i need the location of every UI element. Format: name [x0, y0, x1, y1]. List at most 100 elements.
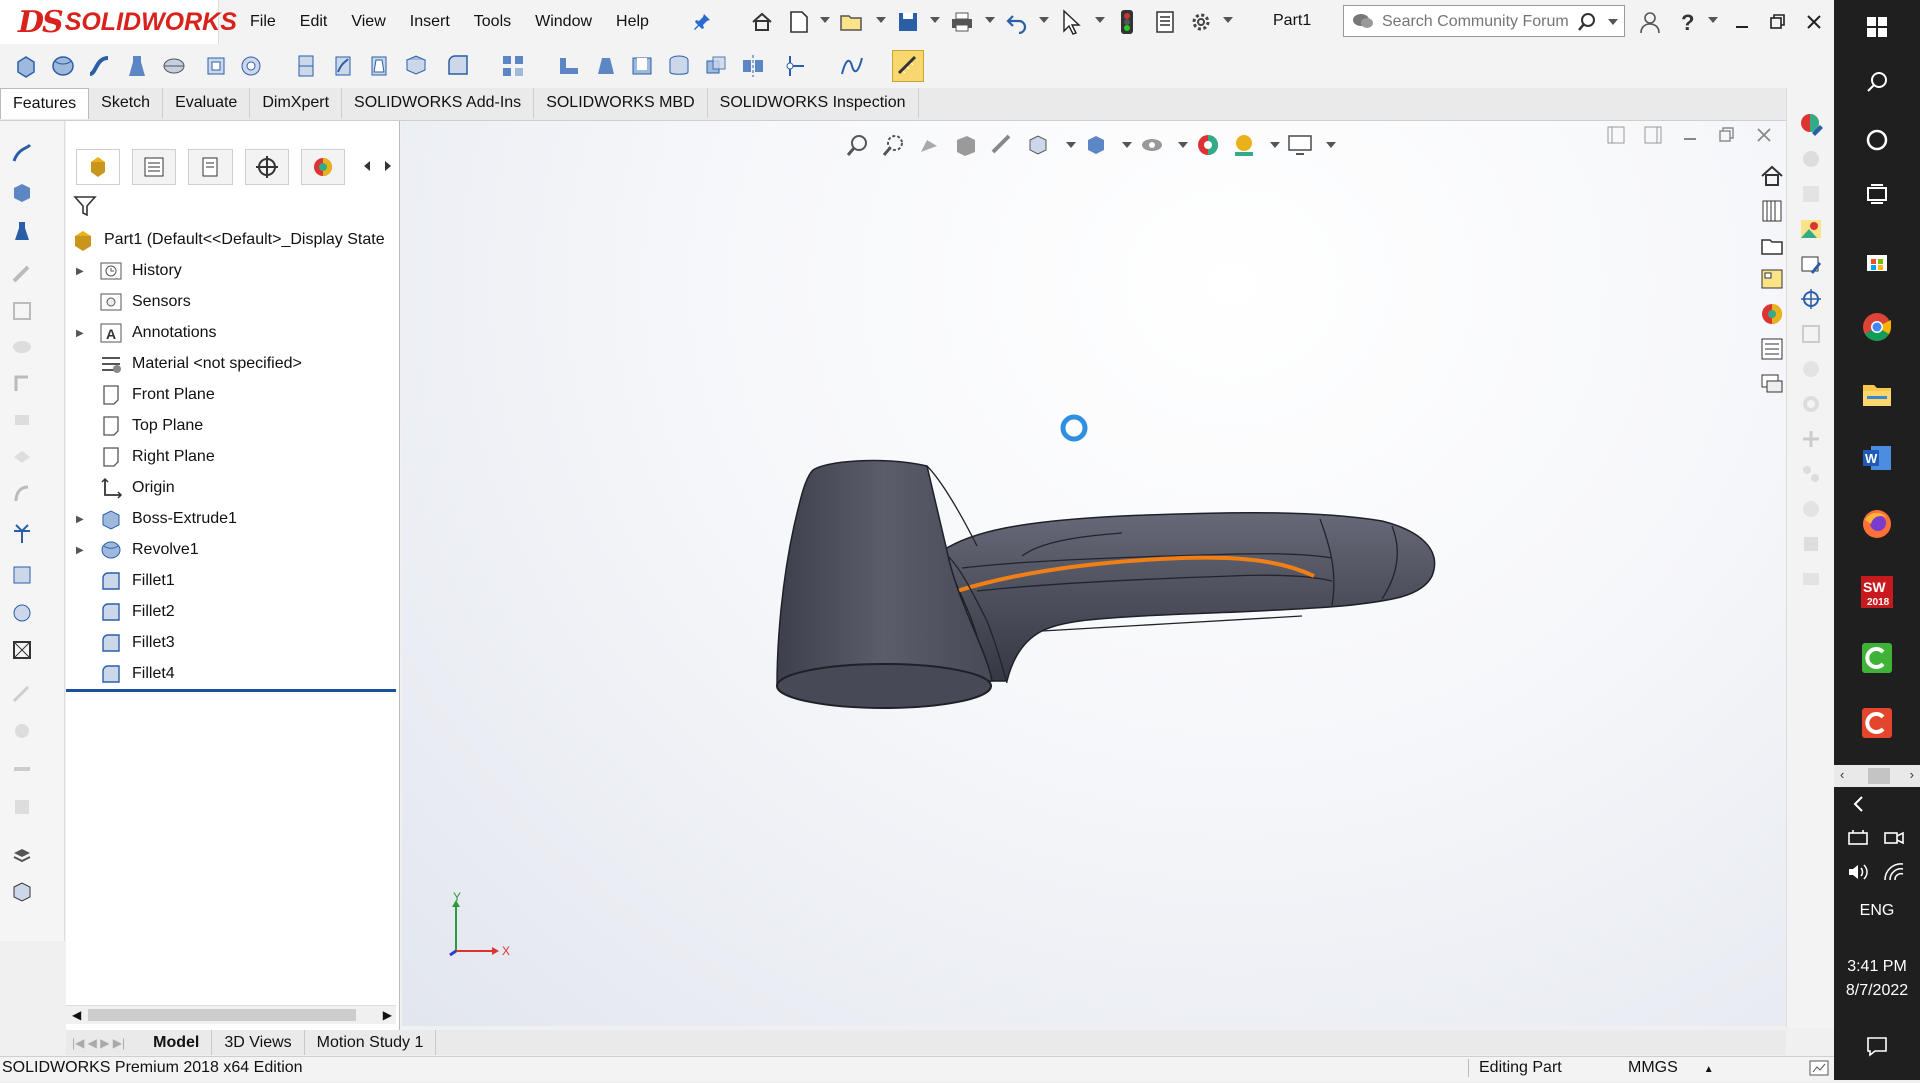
menu-edit[interactable]: Edit: [300, 13, 328, 31]
search-dropdown-icon[interactable]: [1608, 19, 1618, 25]
pin-menu-icon[interactable]: [688, 8, 716, 36]
tree-horizontal-scrollbar[interactable]: ◀ ▶: [66, 1005, 396, 1024]
units-selector[interactable]: MMGS ▲: [1628, 1059, 1714, 1077]
search-community-forum[interactable]: [1343, 5, 1625, 37]
tray-collapse-icon[interactable]: [1846, 792, 1870, 816]
intersect-icon[interactable]: [700, 50, 732, 82]
menu-insert[interactable]: Insert: [410, 13, 450, 31]
task-view-icon[interactable]: [1855, 172, 1899, 216]
new-document-icon[interactable]: [785, 8, 813, 36]
sketch-tool-icon[interactable]: [8, 139, 36, 167]
select-arrow-icon[interactable]: [1057, 8, 1085, 36]
camtasia-green-icon[interactable]: [1855, 636, 1899, 680]
tree-item-fillet1[interactable]: Fillet1: [66, 566, 399, 596]
camera-tool-icon[interactable]: [1797, 285, 1825, 313]
extrude-tool-icon[interactable]: [8, 178, 36, 206]
tree-item-fillet2[interactable]: Fillet2: [66, 597, 399, 627]
swept-boss-icon[interactable]: [84, 50, 116, 82]
undo-dropdown-icon[interactable]: [1039, 17, 1049, 23]
user-account-icon[interactable]: [1636, 8, 1664, 36]
help-question-icon[interactable]: ?: [1674, 8, 1702, 36]
dimxpertmanager-tab-icon[interactable]: [244, 149, 289, 185]
decal-tool-icon[interactable]: [1797, 250, 1825, 278]
loft-tool-icon[interactable]: [8, 217, 36, 245]
displaymanager-tab-icon[interactable]: [300, 149, 345, 185]
microsoft-store-icon[interactable]: [1855, 238, 1899, 282]
hole-wizard-icon[interactable]: [236, 50, 268, 82]
expand-arrow-icon[interactable]: ▶: [76, 545, 86, 556]
expand-arrow-icon[interactable]: ▶: [76, 328, 86, 339]
tab-solidworks-addins[interactable]: SOLIDWORKS Add-Ins: [342, 88, 535, 118]
view-palette-icon[interactable]: [1757, 264, 1787, 294]
search-icon[interactable]: [1576, 11, 1598, 38]
tray-scroll-right-icon[interactable]: ›: [1910, 767, 1914, 782]
rollback-bar[interactable]: [66, 689, 396, 692]
tree-item-annotations[interactable]: ▶ A Annotations: [66, 318, 399, 348]
tab-solidworks-mbd[interactable]: SOLIDWORKS MBD: [534, 88, 708, 118]
tray-scroll-thumb[interactable]: [1868, 768, 1890, 784]
menu-view[interactable]: View: [351, 13, 385, 31]
notification-center-icon[interactable]: [1855, 1024, 1899, 1068]
tab-evaluate[interactable]: Evaluate: [163, 88, 251, 118]
windows-start-icon[interactable]: [1855, 5, 1899, 49]
options-gear-icon[interactable]: [1187, 8, 1215, 36]
draft-icon[interactable]: [590, 50, 622, 82]
featuremanager-tab-icon[interactable]: [76, 149, 121, 185]
design-library-icon[interactable]: [1757, 196, 1787, 226]
close-icon[interactable]: [1798, 6, 1830, 38]
solidworks-2018-taskbar-icon[interactable]: SW 2018: [1855, 570, 1899, 614]
open-icon[interactable]: [838, 8, 866, 36]
tree-root-part[interactable]: Part1 (Default<<Default>_Display State: [66, 225, 399, 255]
tree-item-boss-extrude1[interactable]: ▶ Boss-Extrude1: [66, 504, 399, 534]
menu-file[interactable]: File: [250, 13, 276, 31]
tab-dimxpert[interactable]: DimXpert: [250, 88, 343, 118]
reference-geometry-icon[interactable]: [780, 50, 812, 82]
tab-motion-study-1[interactable]: Motion Study 1: [305, 1030, 437, 1055]
chrome-icon[interactable]: [1855, 305, 1899, 349]
file-explorer-icon[interactable]: [1757, 231, 1787, 261]
fillet-icon[interactable]: [442, 50, 474, 82]
menu-window[interactable]: Window: [535, 13, 592, 31]
minimize-icon[interactable]: [1726, 6, 1758, 38]
file-properties-icon[interactable]: [1151, 8, 1179, 36]
tab-nav-first-icon[interactable]: |◀ ◀ ▶ ▶|: [66, 1036, 131, 1050]
revolved-cut-icon[interactable]: [290, 50, 322, 82]
filter-icon[interactable]: [72, 193, 98, 224]
tree-item-origin[interactable]: Origin: [66, 473, 399, 503]
hammer-3d-model[interactable]: [402, 121, 1786, 1026]
select-dropdown-icon[interactable]: [1095, 17, 1105, 23]
firefox-icon[interactable]: [1855, 502, 1899, 546]
sheet-metal-tool-icon[interactable]: [8, 561, 36, 589]
save-icon[interactable]: [894, 8, 922, 36]
home-icon[interactable]: [748, 8, 776, 36]
stack-tool-icon[interactable]: [8, 841, 36, 869]
boundary-cut-icon[interactable]: [400, 50, 432, 82]
open-dropdown-icon[interactable]: [876, 17, 886, 23]
file-explorer-icon[interactable]: [1855, 372, 1899, 416]
appearance-tool-icon[interactable]: [1797, 110, 1825, 138]
linear-pattern-icon[interactable]: [497, 50, 529, 82]
surface-tool-icon[interactable]: [8, 519, 36, 547]
tree-item-fillet3[interactable]: Fillet3: [66, 628, 399, 658]
tree-item-sensors[interactable]: Sensors: [66, 287, 399, 317]
customize-status-icon[interactable]: [1808, 1058, 1830, 1083]
scroll-left-icon[interactable]: ◀: [72, 1008, 81, 1022]
tree-item-fillet4[interactable]: Fillet4: [66, 659, 399, 689]
menu-tools[interactable]: Tools: [474, 13, 511, 31]
lofted-cut-icon[interactable]: [363, 50, 395, 82]
tab-features[interactable]: Features: [0, 88, 90, 119]
cortana-icon[interactable]: [1855, 118, 1899, 162]
tabs-scroll-left-icon[interactable]: [357, 149, 378, 183]
menu-help[interactable]: Help: [616, 13, 649, 31]
scroll-thumb[interactable]: [88, 1009, 356, 1021]
options-dropdown-icon[interactable]: [1223, 17, 1233, 23]
tab-solidworks-inspection[interactable]: SOLIDWORKS Inspection: [708, 88, 919, 118]
instant3d-icon[interactable]: [892, 50, 924, 82]
expand-arrow-icon[interactable]: ▶: [76, 266, 86, 277]
boundary-boss-icon[interactable]: [158, 50, 190, 82]
camtasia-recorder-icon[interactable]: [1855, 701, 1899, 745]
tab-3d-views[interactable]: 3D Views: [212, 1030, 305, 1055]
scene-tool-icon[interactable]: [1797, 215, 1825, 243]
tree-item-history[interactable]: ▶ History: [66, 256, 399, 286]
restore-icon[interactable]: [1762, 6, 1794, 38]
